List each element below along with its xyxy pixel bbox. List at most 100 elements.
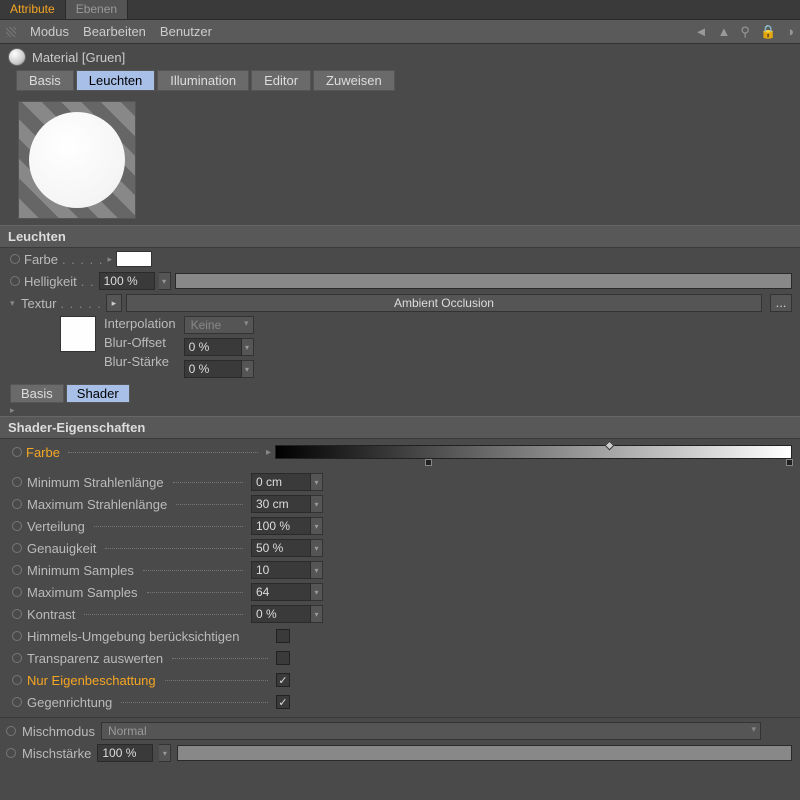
max-strahl-spinner[interactable]: ▾ — [311, 495, 323, 513]
helligkeit-input[interactable] — [99, 272, 155, 290]
label-mischstaerke: Mischstärke — [22, 746, 91, 761]
menu-bearbeiten[interactable]: Bearbeiten — [83, 24, 146, 39]
label-max-strahl: Maximum Strahlenlänge — [27, 497, 167, 512]
min-samples-spinner[interactable]: ▾ — [311, 561, 323, 579]
mischstaerke-input[interactable] — [97, 744, 153, 762]
collapse-arrow-icon[interactable]: ▾ — [10, 298, 17, 309]
label-kontrast: Kontrast — [27, 607, 75, 622]
material-ball-icon — [8, 48, 26, 66]
label-max-samples: Maximum Samples — [27, 585, 138, 600]
bullet-icon — [12, 447, 22, 457]
nav-up-icon[interactable]: ▲ — [718, 24, 731, 39]
label-shader-farbe: Farbe — [26, 445, 60, 460]
verteilung-spinner[interactable]: ▾ — [311, 517, 323, 535]
gradient-arrow-icon[interactable]: ▸ — [266, 447, 271, 458]
genauigkeit-spinner[interactable]: ▾ — [311, 539, 323, 557]
grip-icon — [6, 27, 16, 37]
gradient-knot-mid[interactable] — [604, 441, 614, 451]
min-samples-input[interactable] — [251, 561, 311, 579]
textur-arrow-button[interactable]: ▸ — [106, 294, 122, 312]
himmel-checkbox[interactable] — [276, 629, 290, 643]
interpolation-dropdown[interactable]: Keine — [184, 316, 254, 334]
textur-button[interactable]: Ambient Occlusion — [126, 294, 762, 312]
bullet-icon — [12, 565, 22, 575]
subtab-basis[interactable]: Basis — [16, 70, 74, 91]
label-farbe: Farbe — [24, 252, 58, 267]
bluroffset-input[interactable] — [184, 338, 242, 356]
material-preview[interactable] — [18, 101, 136, 219]
dots — [105, 548, 243, 549]
tab-attribute[interactable]: Attribute — [0, 0, 66, 19]
bullet-icon — [10, 254, 20, 264]
subtab-illumination[interactable]: Illumination — [157, 70, 249, 91]
min-strahl-spinner[interactable]: ▾ — [311, 473, 323, 491]
lock-icon[interactable]: 🔒 — [760, 24, 776, 40]
bullet-icon — [12, 609, 22, 619]
label-min-strahl: Minimum Strahlenlänge — [27, 475, 164, 490]
tab-ebenen[interactable]: Ebenen — [66, 0, 128, 19]
bullet-icon — [12, 499, 22, 509]
genauigkeit-input[interactable] — [251, 539, 311, 557]
textur-preview[interactable] — [60, 316, 96, 352]
menubar: Modus Bearbeiten Benutzer ◄ ▲ ⚲ 🔒 ◑ — [0, 20, 800, 44]
dots — [165, 680, 268, 681]
section-leuchten: Leuchten — [0, 225, 800, 248]
bluroffset-spinner[interactable]: ▾ — [242, 338, 254, 356]
material-title: Material [Gruen] — [32, 50, 125, 65]
textur-more-button[interactable]: ... — [770, 294, 792, 312]
helligkeit-spinner[interactable]: ▾ — [159, 272, 171, 290]
bullet-icon — [12, 653, 22, 663]
bullet-icon — [12, 543, 22, 553]
blurstaerke-input[interactable] — [184, 360, 242, 378]
bullet-icon — [12, 631, 22, 641]
dots — [172, 658, 268, 659]
gradient-knot-left[interactable] — [425, 459, 432, 466]
bullet-icon — [6, 748, 16, 758]
search-icon[interactable]: ⚲ — [740, 24, 750, 40]
preview-sphere-icon — [29, 112, 125, 208]
nav-back-icon[interactable]: ◄ — [695, 24, 708, 39]
verteilung-input[interactable] — [251, 517, 311, 535]
label-nur-eigen: Nur Eigenbeschattung — [27, 673, 156, 688]
bullet-icon — [12, 675, 22, 685]
nur-eigen-checkbox[interactable]: ✓ — [276, 673, 290, 687]
helligkeit-slider[interactable] — [175, 273, 792, 289]
dots — [147, 592, 243, 593]
farbe-swatch[interactable] — [116, 251, 152, 267]
expand-icon[interactable]: ▸ — [0, 405, 800, 416]
label-mischmodus: Mischmodus — [22, 724, 95, 739]
label-textur: Textur — [21, 296, 56, 311]
label-transp: Transparenz auswerten — [27, 651, 163, 666]
transp-checkbox[interactable] — [276, 651, 290, 665]
menu-modus[interactable]: Modus — [30, 24, 69, 39]
max-samples-input[interactable] — [251, 583, 311, 601]
max-samples-spinner[interactable]: ▾ — [311, 583, 323, 601]
mischstaerke-slider[interactable] — [177, 745, 792, 761]
subtab-zuweisen[interactable]: Zuweisen — [313, 70, 395, 91]
label-verteilung: Verteilung — [27, 519, 85, 534]
mischstaerke-spinner[interactable]: ▾ — [159, 744, 171, 762]
blurstaerke-spinner[interactable]: ▾ — [242, 360, 254, 378]
bullet-icon — [12, 477, 22, 487]
min-strahl-input[interactable] — [251, 473, 311, 491]
label-bluroffset: Blur-Offset — [104, 335, 176, 350]
minitab-basis[interactable]: Basis — [10, 384, 64, 403]
dots: . . . . . — [62, 252, 104, 267]
gradient-editor[interactable] — [275, 445, 792, 459]
kontrast-input[interactable] — [251, 605, 311, 623]
bullet-icon — [12, 521, 22, 531]
gradient-knot-right[interactable] — [786, 459, 793, 466]
menu-benutzer[interactable]: Benutzer — [160, 24, 212, 39]
label-genauigkeit: Genauigkeit — [27, 541, 96, 556]
settings-icon[interactable]: ◑ — [786, 24, 794, 39]
minitab-shader[interactable]: Shader — [66, 384, 130, 403]
dots — [84, 614, 243, 615]
mischmodus-dropdown[interactable]: Normal — [101, 722, 761, 740]
max-strahl-input[interactable] — [251, 495, 311, 513]
expand-arrow-icon[interactable]: ▸ — [107, 254, 112, 265]
gegen-checkbox[interactable]: ✓ — [276, 695, 290, 709]
subtab-editor[interactable]: Editor — [251, 70, 311, 91]
subtab-leuchten[interactable]: Leuchten — [76, 70, 156, 91]
kontrast-spinner[interactable]: ▾ — [311, 605, 323, 623]
bullet-icon — [12, 587, 22, 597]
